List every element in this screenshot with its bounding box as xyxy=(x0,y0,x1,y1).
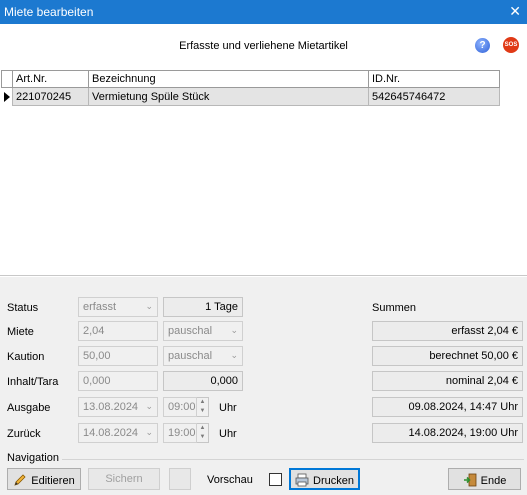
miete-type-select[interactable]: pauschal ⌄ xyxy=(163,321,243,341)
kaution-type-select[interactable]: pauschal ⌄ xyxy=(163,346,243,366)
zurueck-label: Zurück xyxy=(7,428,41,440)
cell-bezeichnung[interactable]: Vermietung Spüle Stück xyxy=(89,88,369,106)
summe-nominal: nominal 2,04 € xyxy=(372,371,523,391)
summe-zurueck: 14.08.2024, 19:00 Uhr xyxy=(372,423,523,443)
printer-icon xyxy=(295,473,309,487)
end-button-label: Ende xyxy=(480,475,507,487)
cell-idnr[interactable]: 542645746472 xyxy=(369,88,500,106)
ausgabe-time-spinner[interactable]: ▲ ▼ xyxy=(197,397,209,417)
inhalt-label: Inhalt/Tara xyxy=(7,376,59,388)
end-button[interactable]: Ende xyxy=(448,468,521,490)
ausgabe-date-picker[interactable]: 13.08.2024 ⌄ xyxy=(78,397,158,417)
print-button-label: Drucken xyxy=(313,475,354,487)
print-button[interactable]: Drucken xyxy=(289,468,360,490)
status-select[interactable]: erfasst ⌄ xyxy=(78,297,158,317)
chevron-down-icon: ⌄ xyxy=(230,350,238,360)
zurueck-time-spinner[interactable]: ▲ ▼ xyxy=(197,423,209,443)
edit-button-label: Editieren xyxy=(31,475,75,487)
chevron-down-icon: ⌄ xyxy=(145,301,153,311)
zurueck-date-value: 14.08.2024 xyxy=(83,427,139,439)
sos-icon[interactable]: SOS xyxy=(503,37,519,53)
status-label: Status xyxy=(7,302,39,314)
help-icon[interactable]: ? xyxy=(475,38,490,53)
days-field: 1 Tage xyxy=(163,297,243,317)
title-bar: Miete bearbeiten ✕ xyxy=(0,0,527,24)
page-title: Erfasste und verliehene Mietartikel xyxy=(179,40,348,52)
chevron-down-icon: ⌄ xyxy=(145,401,153,411)
miete-type-value: pauschal xyxy=(168,325,213,337)
ausgabe-unit: Uhr xyxy=(219,402,237,414)
column-header-artnr[interactable]: Art.Nr. xyxy=(13,70,89,88)
column-header-idnr[interactable]: ID.Nr. xyxy=(369,70,500,88)
window-title: Miete bearbeiten xyxy=(4,5,94,19)
row-indicator-icon xyxy=(1,88,13,106)
cell-artnr[interactable]: 221070245 xyxy=(13,88,89,106)
article-table[interactable]: Art.Nr. Bezeichnung ID.Nr. 221070245 Ver… xyxy=(0,68,527,276)
navigation-divider xyxy=(62,459,524,460)
preview-label: Vorschau xyxy=(207,474,253,486)
ausgabe-time-input[interactable]: 09:00 xyxy=(163,397,197,417)
edit-button[interactable]: Editieren xyxy=(7,468,81,490)
ausgabe-date-value: 13.08.2024 xyxy=(83,401,139,413)
status-value: erfasst xyxy=(83,301,117,313)
column-header-bezeichnung[interactable]: Bezeichnung xyxy=(89,70,369,88)
zurueck-unit: Uhr xyxy=(219,428,237,440)
table-corner xyxy=(1,70,13,88)
zurueck-time-input[interactable]: 19:00 xyxy=(163,423,197,443)
kaution-type-value: pauschal xyxy=(168,350,213,362)
chevron-down-icon: ⌄ xyxy=(145,427,153,437)
tara-field[interactable]: 0,000 xyxy=(163,371,243,391)
summe-erfasst: erfasst 2,04 € xyxy=(372,321,523,341)
blank-button[interactable] xyxy=(169,468,191,490)
miete-input[interactable]: 2,04 xyxy=(78,321,158,341)
zurueck-date-picker[interactable]: 14.08.2024 ⌄ xyxy=(78,423,158,443)
header: Erfasste und verliehene Mietartikel ? SO… xyxy=(0,24,527,68)
summen-title: Summen xyxy=(372,302,417,314)
preview-checkbox[interactable] xyxy=(269,473,282,486)
form-panel: Status erfasst ⌄ 1 Tage Miete 2,04 pausc… xyxy=(0,277,527,495)
exit-door-icon xyxy=(463,473,477,487)
pencil-icon xyxy=(14,474,26,486)
chevron-down-icon: ⌄ xyxy=(230,325,238,335)
close-icon[interactable]: ✕ xyxy=(509,3,521,19)
summe-ausgabe: 09.08.2024, 14:47 Uhr xyxy=(372,397,523,417)
summe-berechnet: berechnet 50,00 € xyxy=(372,346,523,366)
navigation-title: Navigation xyxy=(7,452,59,464)
inhalt-input[interactable]: 0,000 xyxy=(78,371,158,391)
save-button[interactable]: Sichern xyxy=(88,468,160,490)
kaution-input[interactable]: 50,00 xyxy=(78,346,158,366)
kaution-label: Kaution xyxy=(7,351,45,363)
ausgabe-label: Ausgabe xyxy=(7,402,51,414)
miete-label: Miete xyxy=(7,326,34,338)
